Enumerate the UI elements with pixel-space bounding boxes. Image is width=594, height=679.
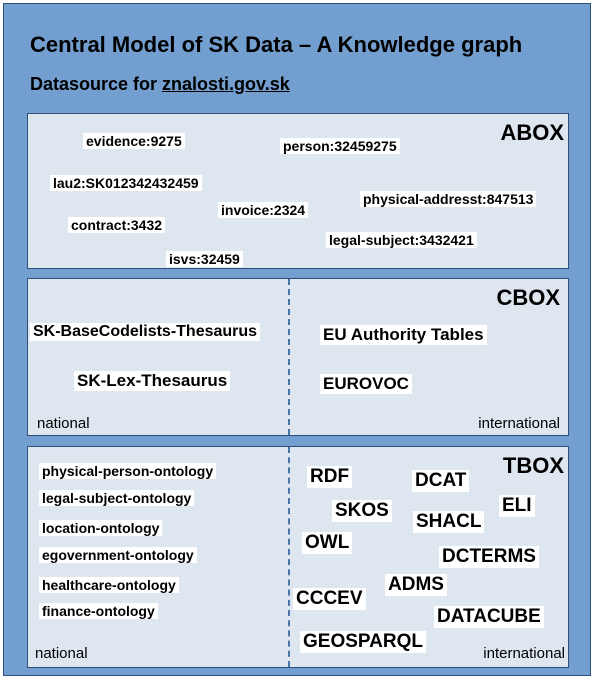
- tbox-international-item: OWL: [302, 532, 353, 554]
- cbox-label: CBOX: [496, 285, 560, 310]
- abox-item: lau2:SK012342432459: [50, 175, 202, 192]
- abox-label: ABOX: [500, 120, 564, 145]
- tbox-national-item: legal-subject-ontology: [39, 490, 195, 507]
- tbox-international-item: SHACL: [413, 511, 485, 533]
- tbox-national-label: national: [35, 645, 88, 662]
- znalosti-link[interactable]: znalosti.gov.sk: [162, 74, 290, 94]
- cbox-international-item: EU Authority Tables: [320, 325, 487, 345]
- tbox-panel: TBOX physical-person-ontology legal-subj…: [27, 446, 569, 668]
- cbox-national-item: SK-BaseCodelists-Thesaurus: [30, 323, 261, 342]
- cbox-panel: CBOX SK-BaseCodelists-Thesaurus SK-Lex-T…: [27, 278, 569, 436]
- subtitle-prefix: Datasource for: [30, 74, 163, 94]
- cbox-national-label: national: [37, 415, 90, 432]
- diagram-subtitle: Datasource for znalosti.gov.sk: [30, 74, 290, 95]
- tbox-national-item: healthcare-ontology: [39, 577, 179, 594]
- tbox-international-label: international: [483, 645, 565, 662]
- abox-item: person:32459275: [280, 138, 400, 155]
- cbox-national-item: SK-Lex-Thesaurus: [74, 371, 231, 391]
- tbox-national-item: location-ontology: [39, 520, 163, 537]
- tbox-international-item: GEOSPARQL: [300, 631, 426, 653]
- knowledge-graph-diagram: Central Model of SK Data – A Knowledge g…: [3, 3, 591, 676]
- tbox-national-item: physical-person-ontology: [39, 463, 217, 480]
- abox-item: evidence:9275: [83, 133, 185, 150]
- cbox-divider: [288, 279, 290, 435]
- tbox-international-item: ELI: [499, 495, 535, 517]
- cbox-international-item: EUROVOC: [320, 374, 412, 394]
- tbox-national-item: egovernment-ontology: [39, 547, 197, 564]
- tbox-international-item: ADMS: [385, 574, 447, 596]
- tbox-international-item: DCTERMS: [439, 546, 539, 568]
- abox-item: isvs:32459: [166, 251, 243, 268]
- abox-item: legal-subject:3432421: [326, 232, 477, 249]
- tbox-international-item: RDF: [307, 466, 353, 488]
- abox-item: invoice:2324: [218, 202, 309, 219]
- tbox-international-item: DATACUBE: [434, 606, 544, 628]
- abox-item: physical-addresst:847513: [360, 191, 537, 208]
- tbox-national-item: finance-ontology: [39, 603, 158, 620]
- tbox-label: TBOX: [502, 453, 564, 478]
- cbox-international-label: international: [478, 415, 560, 432]
- diagram-title: Central Model of SK Data – A Knowledge g…: [30, 32, 523, 57]
- tbox-international-item: CCCEV: [293, 588, 366, 610]
- abox-panel: ABOX evidence:9275 person:32459275 lau2:…: [27, 113, 569, 269]
- abox-item: contract:3432: [68, 217, 166, 234]
- tbox-divider: [288, 447, 290, 667]
- tbox-international-item: SKOS: [332, 500, 392, 522]
- tbox-international-item: DCAT: [412, 470, 470, 492]
